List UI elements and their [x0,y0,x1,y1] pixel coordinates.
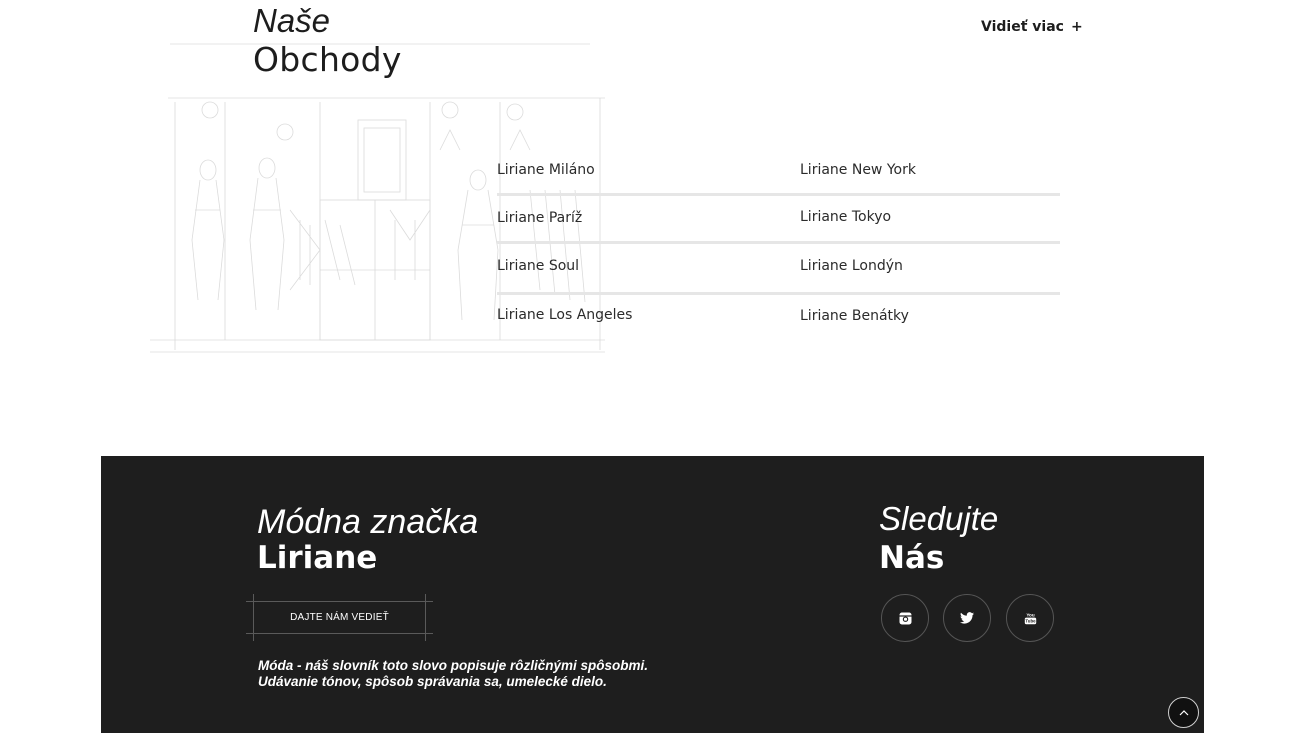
see-more-label: Vidieť viac [981,19,1064,35]
contact-us-button[interactable]: DAJTE NÁM VEDIEŤ [246,594,433,641]
youtube-button[interactable]: You Tube [1006,594,1054,642]
stores-title-italic: Naše [253,2,331,39]
stores-title-bold: Obchody [253,40,402,79]
row-divider [497,193,1060,196]
store-link-london[interactable]: Liriane Londýn [800,258,903,274]
store-link-los-angeles[interactable]: Liriane Los Angeles [497,307,632,323]
see-more-link[interactable]: Vidieť viac + [981,19,1083,35]
twitter-button[interactable] [943,594,991,642]
footer [101,456,1204,733]
contact-us-label: DAJTE NÁM VEDIEŤ [290,612,389,623]
instagram-icon [899,612,911,624]
follow-title-bold: Nás [879,540,945,576]
store-link-venice[interactable]: Liriane Benátky [800,308,909,324]
twitter-icon [960,612,974,624]
follow-title-italic: Sledujte [879,500,999,537]
footer-brand-italic: Módna značka [257,503,479,541]
svg-text:You: You [1026,612,1035,617]
page: Naše Obchody Vidieť viac + Liriane Miláno… [0,0,1303,733]
footer-tagline: Móda - náš slovník toto slovo popisuje r… [258,658,649,689]
youtube-icon: You Tube [1024,612,1036,624]
row-divider [497,241,1060,244]
svg-text:Tube: Tube [1025,618,1036,623]
footer-brand-bold: Liriane [257,540,378,576]
store-link-paris[interactable]: Liriane Paríž [497,210,582,226]
store-link-tokyo[interactable]: Liriane Tokyo [800,209,891,225]
chevron-up-icon [1179,710,1188,716]
store-link-milan[interactable]: Liriane Miláno [497,162,595,178]
store-link-new-york[interactable]: Liriane New York [800,162,916,178]
instagram-button[interactable] [881,594,929,642]
store-link-seoul[interactable]: Liriane Soul [497,258,579,274]
row-divider [497,292,1060,295]
back-to-top-button[interactable] [1168,697,1199,728]
plus-icon: + [1070,19,1083,35]
